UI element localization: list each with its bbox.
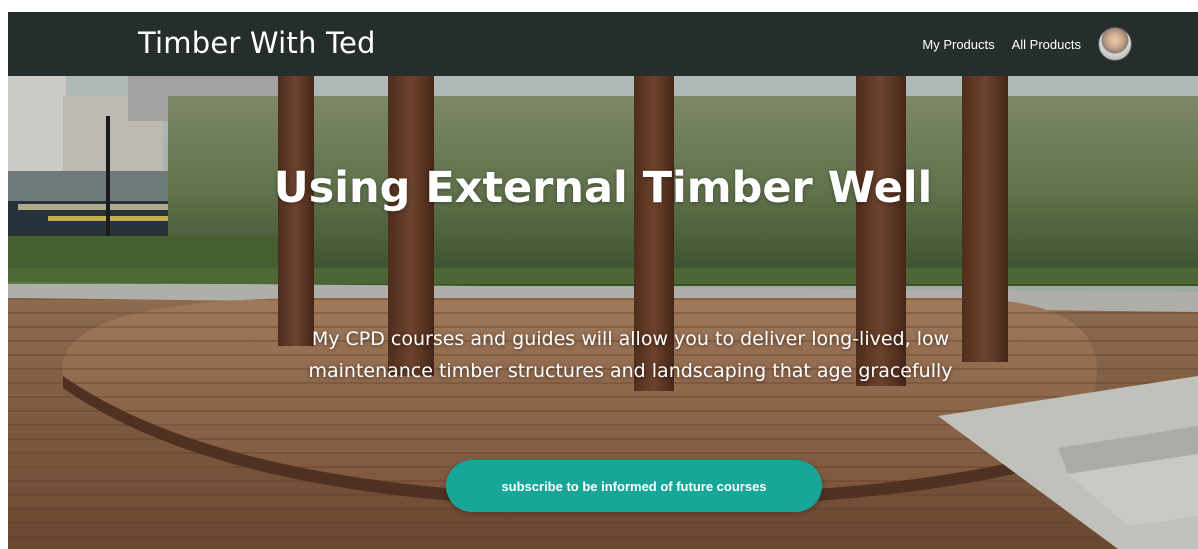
browser-viewport: Timber With Ted My Products All Products xyxy=(8,12,1198,549)
nav-links: My Products All Products xyxy=(905,12,1132,76)
hero-section: Using External Timber Well My CPD course… xyxy=(8,76,1198,549)
top-navbar: Timber With Ted My Products All Products xyxy=(8,12,1198,76)
subscribe-button[interactable]: subscribe to be informed of future cours… xyxy=(446,460,822,512)
hero-subtitle: My CPD courses and guides will allow you… xyxy=(308,328,953,382)
nav-link-all-products[interactable]: All Products xyxy=(1012,37,1081,52)
hero-title: Using External Timber Well xyxy=(273,162,933,213)
nav-link-my-products[interactable]: My Products xyxy=(922,37,994,52)
site-brand-link[interactable]: Timber With Ted xyxy=(138,26,376,60)
user-avatar-icon[interactable] xyxy=(1098,27,1132,61)
